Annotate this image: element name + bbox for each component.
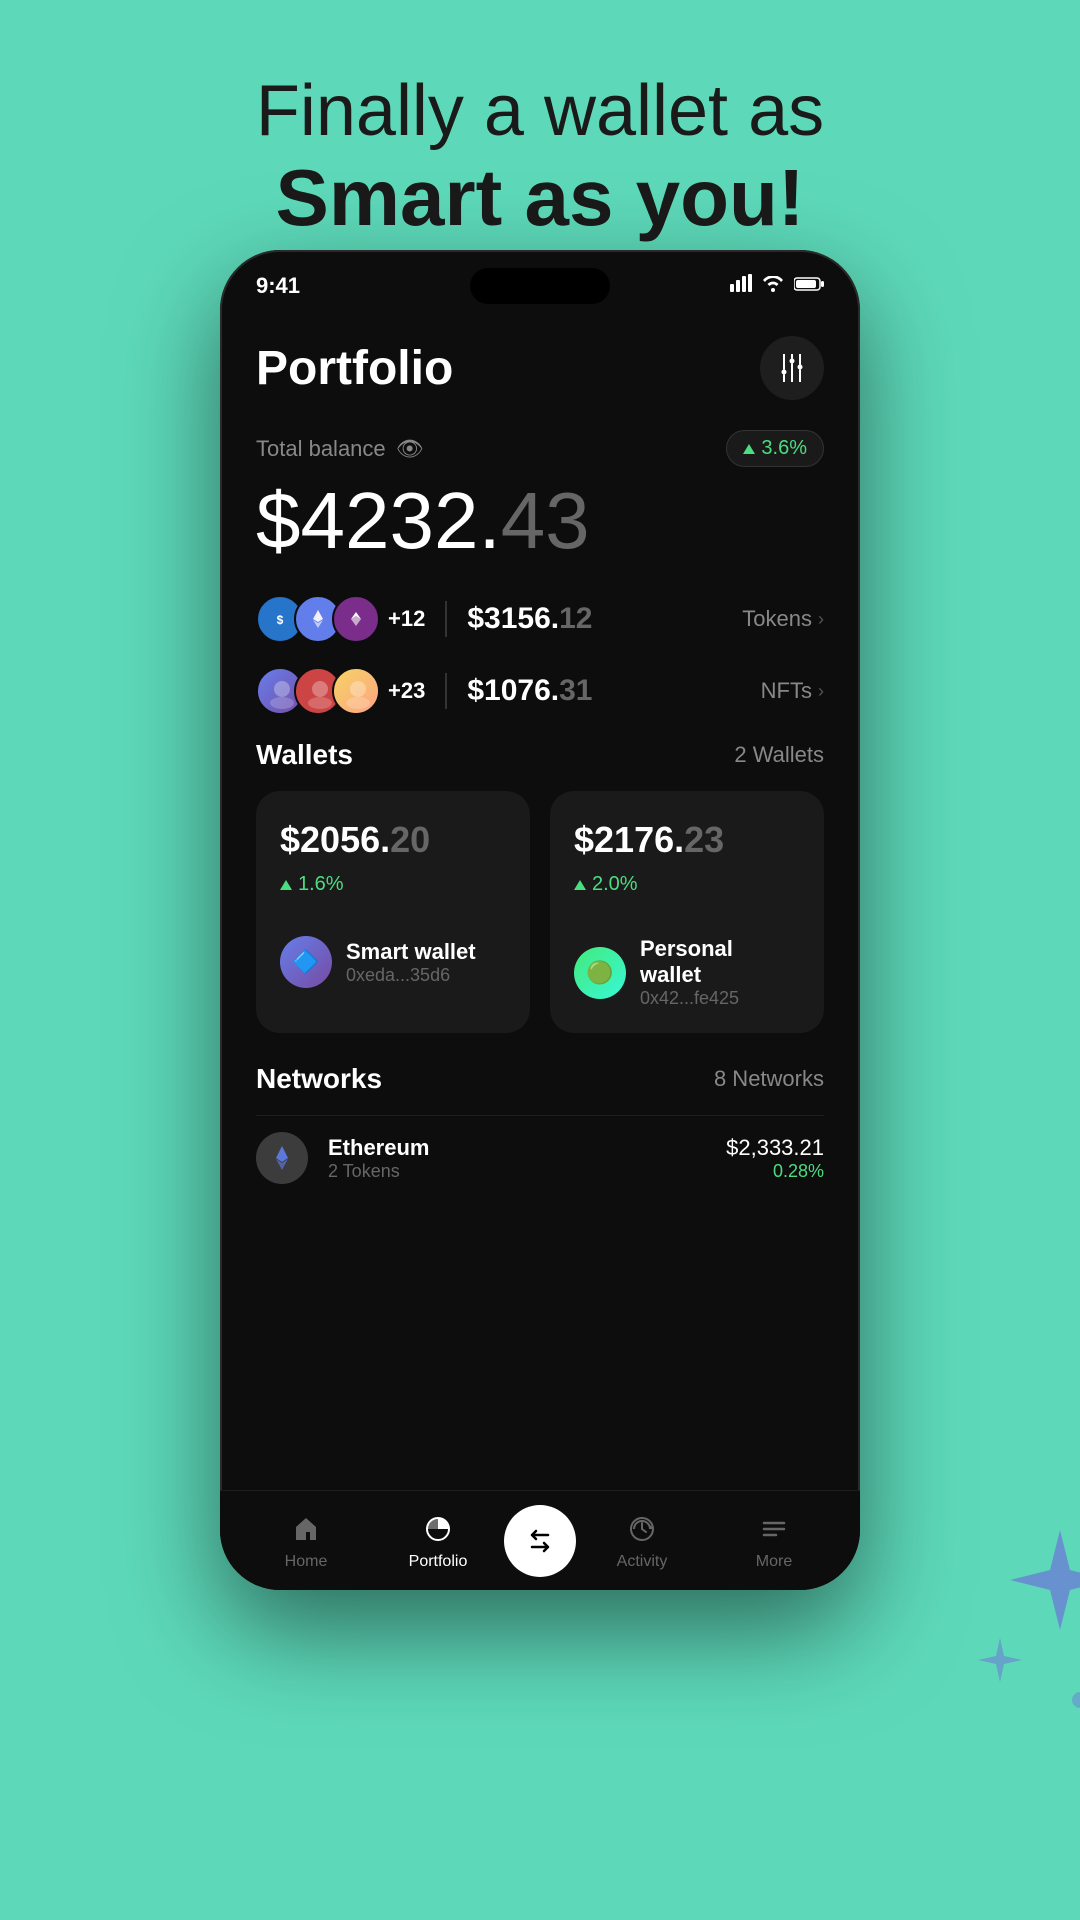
- nft-value: $1076.31: [467, 674, 740, 708]
- wallet2-avatar: 🟢: [574, 947, 626, 999]
- up-arrow-icon: [574, 880, 586, 890]
- decorative-stars: [960, 1520, 1080, 1720]
- app-content: Portfolio Total balance: [220, 306, 860, 1490]
- tokens-label[interactable]: Tokens ›: [742, 606, 824, 632]
- balance-section: Total balance 👁 3.6% $4232.43: [256, 430, 824, 565]
- home-label: Home: [285, 1553, 328, 1571]
- token-count: +12: [388, 606, 425, 632]
- activity-icon: [624, 1511, 660, 1547]
- wallets-section-header: Wallets 2 Wallets: [256, 739, 824, 771]
- battery-icon: [794, 275, 824, 298]
- tab-portfolio[interactable]: Portfolio: [372, 1511, 504, 1571]
- wifi-icon: [762, 275, 784, 298]
- networks-count: 8 Networks: [714, 1066, 824, 1092]
- hero-line2: Smart as you!: [0, 152, 1080, 244]
- status-icons: [730, 274, 824, 298]
- wallet-card-2[interactable]: $2176.23 2.0% 🟢 Personal wallet 0x42...f…: [550, 791, 824, 1033]
- token-icons: $: [256, 595, 425, 643]
- hero-section: Finally a wallet as Smart as you!: [0, 0, 1080, 284]
- up-arrow-icon: [743, 444, 755, 454]
- swap-button[interactable]: [504, 1505, 576, 1577]
- up-arrow-icon: [280, 880, 292, 890]
- eye-icon[interactable]: 👁: [396, 436, 424, 462]
- balance-amount: $4232.43: [256, 477, 824, 565]
- chevron-right-icon: ›: [818, 609, 824, 630]
- balance-label-row: Total balance 👁 3.6%: [256, 430, 824, 467]
- divider-nft: [445, 673, 447, 709]
- wallet-cards: $2056.20 1.6% 🔷 Smart wallet 0xeda...35d…: [256, 791, 824, 1033]
- chevron-right-icon: ›: [818, 681, 824, 702]
- token-icon-3: [332, 595, 380, 643]
- token-value: $3156.12: [467, 602, 722, 636]
- nfts-row[interactable]: +23 $1076.31 NFTs ›: [256, 667, 824, 715]
- nft-icons: +23: [256, 667, 425, 715]
- ethereum-icon: [256, 1132, 308, 1184]
- ethereum-value: $2,333.21 0.28%: [726, 1135, 824, 1182]
- portfolio-header: Portfolio: [256, 336, 824, 400]
- phone-frame: 9:41: [220, 250, 860, 1590]
- wallet2-amount: $2176.23: [574, 819, 800, 861]
- tokens-row[interactable]: $: [256, 595, 824, 643]
- settings-button[interactable]: [760, 336, 824, 400]
- nft-count: +23: [388, 678, 425, 704]
- ethereum-info: Ethereum 2 Tokens: [328, 1135, 706, 1182]
- dynamic-island: [470, 268, 610, 304]
- tab-bar: Home Portfolio: [220, 1490, 860, 1590]
- wallet-card-1[interactable]: $2056.20 1.6% 🔷 Smart wallet 0xeda...35d…: [256, 791, 530, 1033]
- wallet1-avatar: 🔷: [280, 936, 332, 988]
- tab-home[interactable]: Home: [240, 1511, 372, 1571]
- tab-more[interactable]: More: [708, 1511, 840, 1571]
- networks-section-header: Networks 8 Networks: [256, 1063, 824, 1095]
- svg-text:$: $: [277, 613, 284, 627]
- wallet2-info: 🟢 Personal wallet 0x42...fe425: [574, 936, 800, 1009]
- page-title: Portfolio: [256, 341, 453, 396]
- nft-icon-3: [332, 667, 380, 715]
- nfts-label[interactable]: NFTs ›: [761, 678, 824, 704]
- change-badge: 3.6%: [726, 430, 824, 467]
- hero-line1: Finally a wallet as: [0, 70, 1080, 152]
- wallet1-amount: $2056.20: [280, 819, 506, 861]
- divider: [445, 601, 447, 637]
- home-icon: [288, 1511, 324, 1547]
- wallet1-details: Smart wallet 0xeda...35d6: [346, 939, 476, 986]
- activity-label: Activity: [617, 1553, 668, 1571]
- wallet1-info: 🔷 Smart wallet 0xeda...35d6: [280, 936, 506, 988]
- balance-label: Total balance 👁: [256, 436, 424, 462]
- tab-activity[interactable]: Activity: [576, 1511, 708, 1571]
- wallets-title: Wallets: [256, 739, 353, 771]
- wallet1-change: 1.6%: [280, 873, 506, 896]
- more-label: More: [756, 1553, 792, 1571]
- signal-icon: [730, 274, 752, 298]
- ethereum-row[interactable]: Ethereum 2 Tokens $2,333.21 0.28%: [256, 1115, 824, 1200]
- status-time: 9:41: [256, 273, 300, 299]
- wallet2-change: 2.0%: [574, 873, 800, 896]
- more-icon: [756, 1511, 792, 1547]
- portfolio-label: Portfolio: [409, 1553, 468, 1571]
- wallets-count: 2 Wallets: [734, 742, 824, 768]
- networks-title: Networks: [256, 1063, 382, 1095]
- portfolio-icon: [420, 1511, 456, 1547]
- wallet2-details: Personal wallet 0x42...fe425: [640, 936, 800, 1009]
